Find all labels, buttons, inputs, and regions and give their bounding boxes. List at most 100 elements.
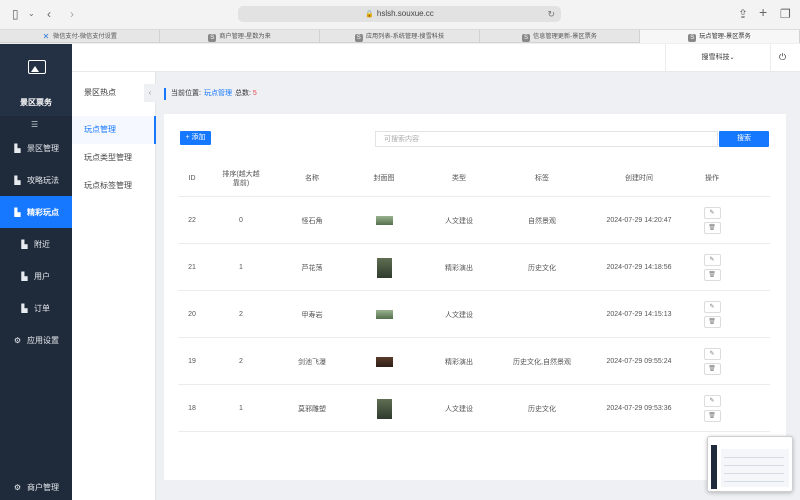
sub-nav-collapse-button[interactable]: ‹ [144, 84, 156, 102]
cell-name: 芦花荡 [301, 264, 323, 272]
tab-overview-icon[interactable]: ❐ [780, 7, 791, 21]
browser-tab[interactable]: ✕ 微信支付-微信支付设置 [0, 30, 160, 43]
file-icon: ▙ [21, 239, 28, 249]
browser-tab-label: 玩点管理-景区票务 [699, 33, 751, 40]
sidebar-item-merchant[interactable]: ⚙ 商户管理 [0, 471, 72, 500]
cover-image [376, 257, 392, 278]
file-icon: ▙ [21, 271, 28, 281]
cell-tags [498, 291, 586, 338]
column-header: 操作 [705, 175, 719, 182]
back-icon[interactable]: ‹ [47, 7, 51, 21]
url-bar[interactable]: 🔒 hslsh.souxue.cc ↻ [238, 6, 561, 22]
sidebar-item-label: 附近 [34, 239, 50, 249]
cell-thumb [348, 197, 420, 244]
browser-tab-label: 商户管理-星数为来 [219, 33, 271, 40]
share-icon[interactable]: ⇪ [738, 7, 748, 21]
sidebar-item-label: 精彩玩点 [27, 207, 59, 217]
column-header: 标签 [535, 175, 549, 182]
sidebar-item[interactable]: ▙ 订单 [0, 292, 72, 324]
cell-type: 精彩演出 [445, 358, 473, 366]
table-row: 18 1 莫邪雕塑 人文建设 历史文化 2024-07-29 09:53:36 ✎ 🗑 [178, 385, 770, 432]
browser-tab[interactable]: S 应用列表-系统管理-搜雪科技 [320, 30, 480, 43]
cell-thumb [348, 244, 420, 291]
sidebar-item[interactable]: ▙ 攻略玩法 [0, 164, 72, 196]
reload-icon[interactable]: ↻ [547, 6, 555, 22]
row-actions: ✎ 🗑 [692, 197, 732, 244]
file-icon: ▙ [14, 175, 21, 185]
menu-collapse-icon[interactable]: ☰ [31, 120, 38, 129]
power-icon[interactable]: ⏻ [779, 52, 786, 63]
preview-line [724, 473, 784, 474]
delete-button[interactable]: 🗑 [703, 269, 721, 281]
cell-sort: 2 [239, 358, 243, 365]
edit-button[interactable]: ✎ [703, 207, 721, 219]
cell-sort: 1 [239, 405, 243, 412]
sub-nav-item[interactable]: 玩点管理 [72, 116, 156, 144]
cell-thumb [348, 385, 420, 432]
search-button[interactable]: 搜索 [719, 131, 769, 147]
edit-button[interactable]: ✎ [703, 395, 721, 407]
row-actions: ✎ 🗑 [692, 291, 732, 338]
cell-tags: 历史文化 [528, 405, 556, 413]
url-text: hslsh.souxue.cc [376, 9, 434, 18]
sub-nav-item[interactable]: 玩点类型管理 [72, 144, 156, 172]
total-label: 总数: [234, 90, 251, 97]
cell-thumb [348, 338, 420, 385]
sidebar-item[interactable]: ▙ 用户 [0, 260, 72, 292]
browser-tab-label: 微信支付-微信支付设置 [53, 33, 117, 40]
cell-sort: 0 [239, 217, 243, 224]
table-row: 21 1 芦花荡 精彩演出 历史文化 2024-07-29 14:18:56 ✎ 🗑 [178, 244, 770, 291]
sidebar-item[interactable]: ▙ 精彩玩点 [0, 196, 72, 228]
chevron-down-icon[interactable]: ⌄ [28, 7, 35, 21]
breadcrumb: 当前位置: 玩点管理 总数: 5 [164, 88, 257, 100]
browser-tab[interactable]: S 玩点管理-景区票务 [640, 30, 800, 43]
cell-tags: 历史文化 [528, 264, 556, 272]
column-header: 创建时间 [625, 175, 653, 182]
lock-icon: 🔒 [365, 11, 374, 18]
sidebar-item[interactable]: ⚙ 应用设置 [0, 324, 72, 356]
cell-tags: 历史文化,自然景观 [513, 358, 571, 366]
browser-tab[interactable]: S 商户管理-星数为来 [160, 30, 320, 43]
add-button[interactable]: + 添加 [180, 131, 211, 145]
cell-sort: 1 [239, 264, 243, 271]
sidebar-item[interactable]: ▙ 景区管理 [0, 132, 72, 164]
cell-name: 莫邪雕塑 [298, 405, 326, 413]
sub-nav: 景区热点 ‹ 玩点管理 玩点类型管理 玩点标签管理 [72, 72, 156, 500]
sub-nav-item[interactable]: 玩点标签管理 [72, 172, 156, 200]
s-site-icon: S [688, 34, 697, 42]
cover-image [375, 216, 393, 225]
new-tab-icon[interactable]: + [759, 5, 767, 19]
forward-icon[interactable]: › [70, 7, 74, 21]
edit-button[interactable]: ✎ [703, 254, 721, 266]
table-row: 19 2 剑池飞瀑 精彩演出 历史文化,自然景观 2024-07-29 09:55:24 ✎… [178, 338, 770, 385]
s-site-icon: S [354, 34, 363, 42]
cell-name: 甲寿岩 [301, 311, 323, 319]
cell-created: 2024-07-29 14:20:47 [606, 217, 672, 224]
total-count: 5 [252, 90, 257, 97]
delete-button[interactable]: 🗑 [703, 316, 721, 328]
sidebar-item-label: 攻略玩法 [27, 175, 59, 185]
data-table: ID 排序(越大越靠前) 名称 封面图 类型 标签 创建时间 操作 22 0 怪石角 人文建设 自然景… [178, 160, 770, 432]
preview-line [724, 457, 784, 458]
company-menu[interactable]: 搜雪科技⌄ [665, 44, 771, 72]
delete-button[interactable]: 🗑 [703, 363, 721, 375]
delete-button[interactable]: 🗑 [703, 222, 721, 234]
edit-button[interactable]: ✎ [703, 301, 721, 313]
search-input[interactable] [375, 131, 718, 147]
browser-tab-label: 信息管理更新-景区票务 [533, 33, 597, 40]
column-header: 类型 [452, 175, 466, 182]
edit-button[interactable]: ✎ [703, 348, 721, 360]
sidebar-item[interactable]: ▙ 附近 [0, 228, 72, 260]
sidebar-toggle-icon[interactable]: ▯ [12, 7, 19, 21]
breadcrumb-current[interactable]: 玩点管理 [204, 90, 232, 97]
logo: 景区票务 [0, 44, 72, 116]
delete-button[interactable]: 🗑 [703, 410, 721, 422]
cover-image [375, 310, 393, 319]
cell-created: 2024-07-29 14:18:56 [606, 264, 672, 271]
row-actions: ✎ 🗑 [692, 338, 732, 385]
sidebar-item-label: 商户管理 [27, 482, 59, 492]
screen-preview-thumbnail[interactable] [707, 436, 793, 492]
browser-tab[interactable]: S 信息管理更新-景区票务 [480, 30, 640, 43]
sidebar-item-label: 用户 [34, 271, 50, 281]
row-actions: ✎ 🗑 [692, 385, 732, 432]
